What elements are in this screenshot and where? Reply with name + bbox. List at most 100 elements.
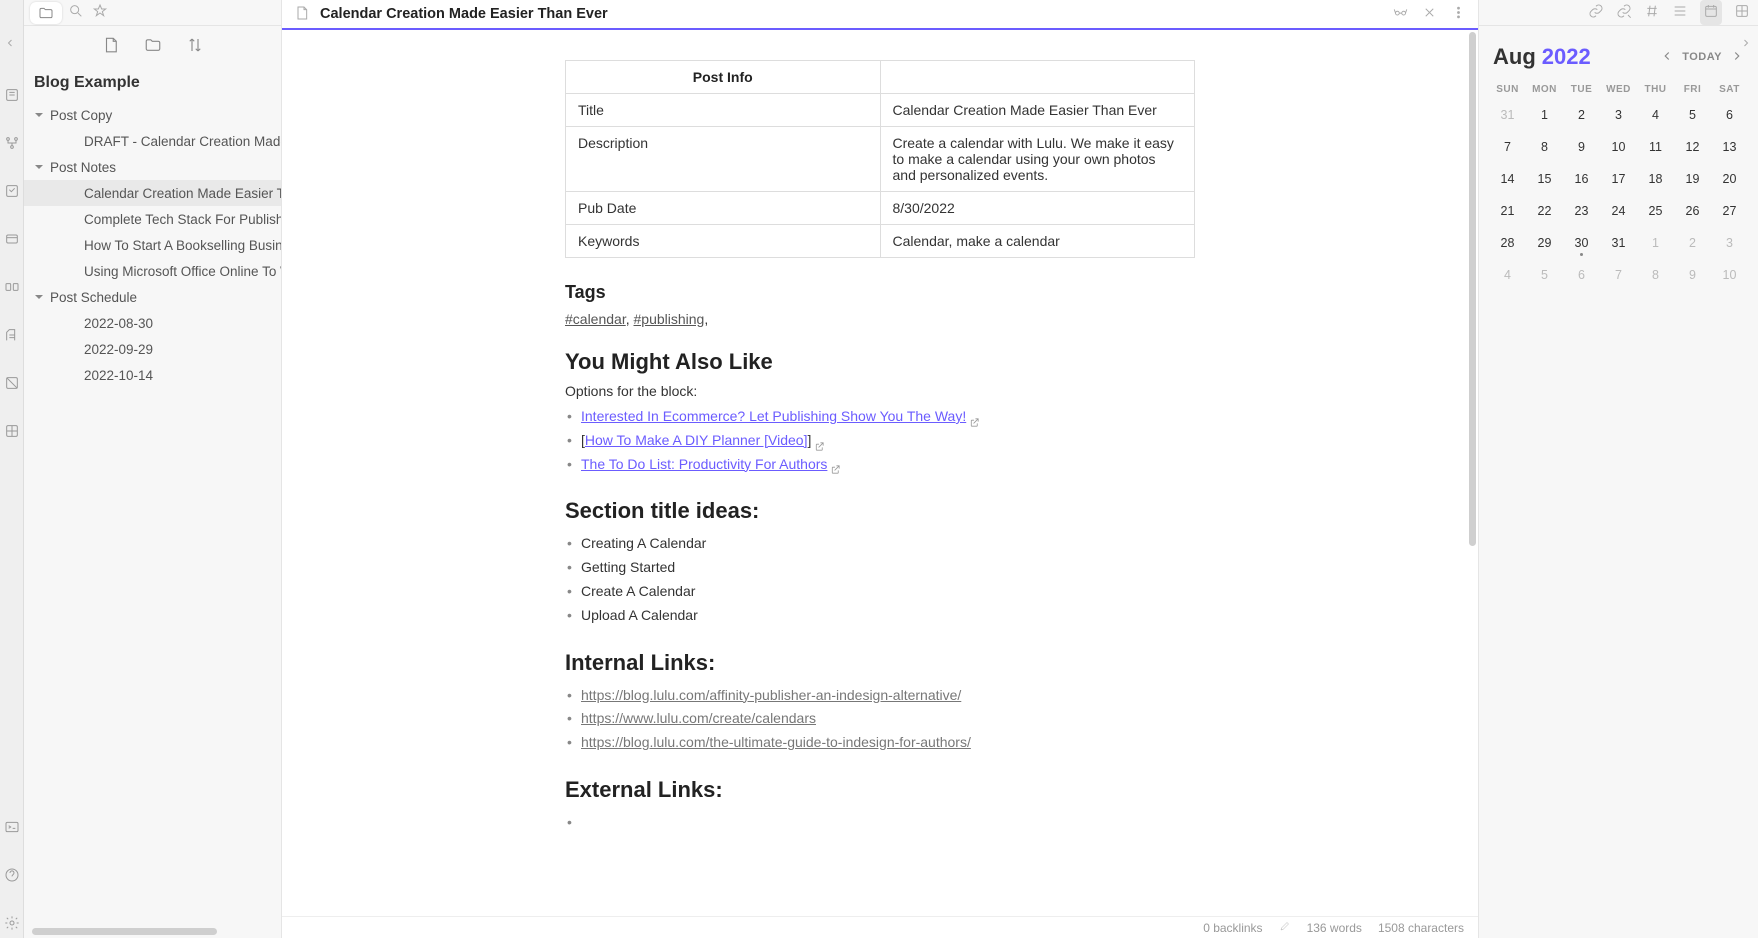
cal-prev-icon[interactable]: [1660, 49, 1674, 66]
cal-day[interactable]: 7: [1600, 259, 1637, 291]
iconbar-item-2[interactable]: [3, 134, 21, 152]
cal-day[interactable]: 29: [1526, 227, 1563, 259]
cal-day[interactable]: 27: [1711, 195, 1748, 227]
cal-day[interactable]: 1: [1526, 99, 1563, 131]
cal-day[interactable]: 15: [1526, 163, 1563, 195]
cal-day[interactable]: 3: [1600, 99, 1637, 131]
cal-day[interactable]: 17: [1600, 163, 1637, 195]
tab-folder[interactable]: [30, 2, 62, 24]
tree-item[interactable]: How To Start A Bookselling Business: [24, 232, 281, 258]
cal-dow-cell: MON: [1526, 84, 1563, 95]
cal-day[interactable]: 21: [1489, 195, 1526, 227]
cal-day[interactable]: 5: [1526, 259, 1563, 291]
cal-day[interactable]: 26: [1674, 195, 1711, 227]
cal-day[interactable]: 18: [1637, 163, 1674, 195]
iconbar-item-6[interactable]: [3, 326, 21, 344]
cal-day[interactable]: 12: [1674, 131, 1711, 163]
new-folder-icon[interactable]: [144, 36, 162, 57]
hashtag-icon[interactable]: [1644, 3, 1660, 22]
cal-day[interactable]: 8: [1637, 259, 1674, 291]
sort-icon[interactable]: [186, 36, 204, 57]
cal-day[interactable]: 1: [1637, 227, 1674, 259]
cal-day[interactable]: 16: [1563, 163, 1600, 195]
cal-today-button[interactable]: TODAY: [1682, 51, 1722, 63]
cal-day[interactable]: 24: [1600, 195, 1637, 227]
tree-item[interactable]: Calendar Creation Made Easier Than Ev: [24, 180, 281, 206]
tree-group[interactable]: Post Notes: [24, 154, 281, 180]
v-scrollbar[interactable]: [1469, 32, 1476, 546]
tree-item[interactable]: DRAFT - Calendar Creation Made Easie: [24, 128, 281, 154]
iconbar-item-7[interactable]: [3, 374, 21, 392]
cal-day[interactable]: 6: [1711, 99, 1748, 131]
cal-day[interactable]: 9: [1674, 259, 1711, 291]
iconbar-item-5[interactable]: [3, 278, 21, 296]
help-icon[interactable]: [3, 866, 21, 884]
tree-item[interactable]: Complete Tech Stack For Publishing: [24, 206, 281, 232]
edit-icon[interactable]: [1279, 920, 1291, 935]
cal-day[interactable]: 11: [1637, 131, 1674, 163]
cal-day[interactable]: 22: [1526, 195, 1563, 227]
h-scrollbar[interactable]: [24, 924, 281, 938]
tree-item[interactable]: 2022-08-30: [24, 310, 281, 336]
search-icon[interactable]: [68, 3, 84, 22]
collapse-right-icon[interactable]: [1740, 36, 1754, 52]
cal-day[interactable]: 7: [1489, 131, 1526, 163]
close-icon[interactable]: [1422, 5, 1437, 23]
cal-day[interactable]: 19: [1674, 163, 1711, 195]
cal-day[interactable]: 6: [1563, 259, 1600, 291]
collapse-left-icon[interactable]: [4, 36, 16, 52]
cal-day[interactable]: 30: [1563, 227, 1600, 259]
cal-day[interactable]: 9: [1563, 131, 1600, 163]
cal-day[interactable]: 10: [1600, 131, 1637, 163]
outgoing-link-icon[interactable]: [1616, 3, 1632, 22]
star-icon[interactable]: [92, 3, 108, 22]
tree-item[interactable]: 2022-09-29: [24, 336, 281, 362]
cal-day[interactable]: 8: [1526, 131, 1563, 163]
iconbar-item-4[interactable]: [3, 230, 21, 248]
cal-day[interactable]: 20: [1711, 163, 1748, 195]
tag-calendar[interactable]: #calendar: [565, 311, 626, 327]
cal-day[interactable]: 23: [1563, 195, 1600, 227]
tags-heading: Tags: [565, 282, 1195, 303]
tag-publishing[interactable]: #publishing: [634, 311, 705, 327]
cal-day[interactable]: 2: [1674, 227, 1711, 259]
internal-link[interactable]: https://blog.lulu.com/the-ultimate-guide…: [581, 734, 971, 750]
iconbar-item-3[interactable]: [3, 182, 21, 200]
cal-day[interactable]: 31: [1489, 99, 1526, 131]
ymal-link[interactable]: The To Do List: Productivity For Authors: [581, 456, 827, 472]
cal-day[interactable]: 14: [1489, 163, 1526, 195]
tree-item[interactable]: Using Microsoft Office Online To Write: [24, 258, 281, 284]
outline-icon[interactable]: [1672, 3, 1688, 22]
calendar-header: Aug 2022 TODAY: [1479, 26, 1758, 80]
cal-day[interactable]: 4: [1637, 99, 1674, 131]
cal-day[interactable]: 25: [1637, 195, 1674, 227]
glasses-icon[interactable]: [1393, 5, 1408, 23]
iconbar-item-8[interactable]: [3, 422, 21, 440]
content-area[interactable]: Post Info TitleCalendar Creation Made Ea…: [282, 30, 1478, 916]
tree-group[interactable]: Post Schedule: [24, 284, 281, 310]
ymal-link[interactable]: Interested In Ecommerce? Let Publishing …: [581, 408, 966, 424]
internal-link[interactable]: https://www.lulu.com/create/calendars: [581, 710, 816, 726]
tree-group[interactable]: Post Copy: [24, 102, 281, 128]
cal-day[interactable]: 31: [1600, 227, 1637, 259]
iconbar-item-1[interactable]: [3, 86, 21, 104]
grid-icon[interactable]: [1734, 3, 1750, 22]
backlinks-count[interactable]: 0 backlinks: [1203, 921, 1262, 935]
cal-day[interactable]: 5: [1674, 99, 1711, 131]
cal-day[interactable]: 2: [1563, 99, 1600, 131]
tree-item[interactable]: 2022-10-14: [24, 362, 281, 388]
link-icon[interactable]: [1588, 3, 1604, 22]
cal-day[interactable]: 13: [1711, 131, 1748, 163]
internal-link[interactable]: https://blog.lulu.com/affinity-publisher…: [581, 687, 961, 703]
terminal-icon[interactable]: [3, 818, 21, 836]
calendar-icon[interactable]: [1700, 0, 1722, 25]
ymal-link[interactable]: How To Make A DIY Planner [Video]: [585, 432, 808, 448]
cal-day[interactable]: 3: [1711, 227, 1748, 259]
cal-day[interactable]: 4: [1489, 259, 1526, 291]
external-link-icon: [830, 459, 841, 470]
cal-day[interactable]: 28: [1489, 227, 1526, 259]
settings-icon[interactable]: [3, 914, 21, 932]
cal-day[interactable]: 10: [1711, 259, 1748, 291]
new-file-icon[interactable]: [102, 36, 120, 57]
more-icon[interactable]: [1451, 5, 1466, 23]
